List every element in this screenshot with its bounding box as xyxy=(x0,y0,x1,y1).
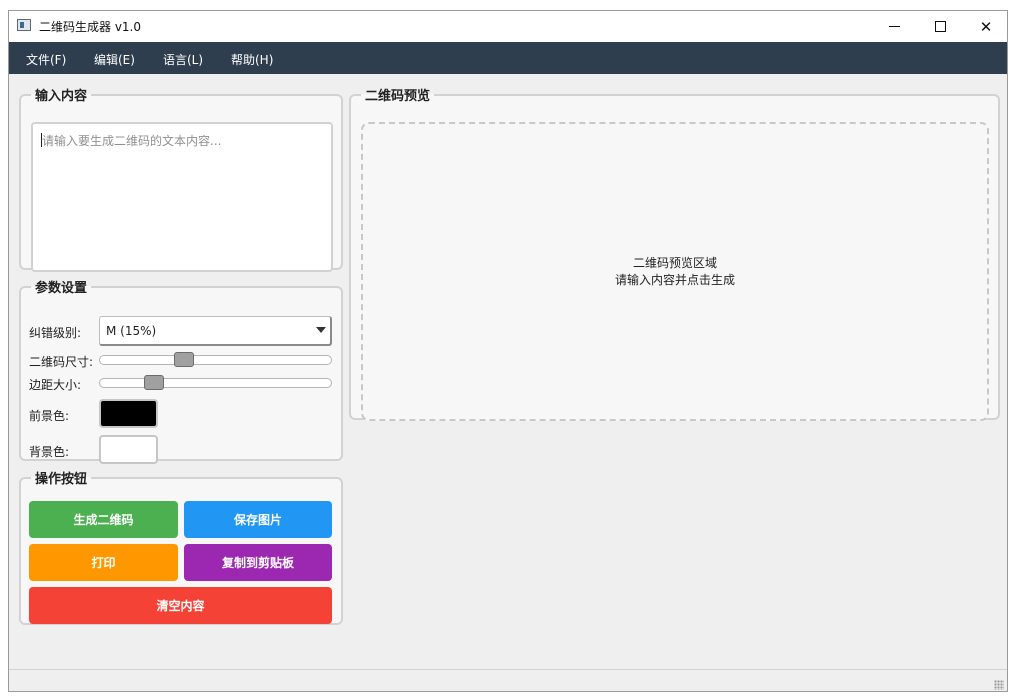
resize-grip-icon[interactable] xyxy=(994,680,1004,690)
margin-slider[interactable] xyxy=(99,375,332,390)
margin-label: 边距大小: xyxy=(29,378,82,392)
chevron-down-icon xyxy=(316,327,326,333)
preview-group-title: 二维码预览 xyxy=(365,89,431,104)
status-bar xyxy=(9,669,1007,691)
app-window: 二维码生成器 v1.0 ✕ 文件(F) 编辑(E) 语言(L) 帮助(H) 输入… xyxy=(8,10,1008,692)
menu-bar: 文件(F) 编辑(E) 语言(L) 帮助(H) xyxy=(9,42,1007,74)
copy-to-clipboard-button[interactable]: 复制到剪贴板 xyxy=(184,544,332,581)
error-level-label: 纠错级别: xyxy=(29,326,82,340)
qr-size-handle[interactable] xyxy=(174,352,194,367)
save-image-button[interactable]: 保存图片 xyxy=(184,501,332,538)
params-group: 参数设置 纠错级别: M (15%) 二维码尺寸: 边距大小: 前景色: 背景色… xyxy=(19,277,343,464)
margin-track xyxy=(99,378,332,388)
actions-group-title: 操作按钮 xyxy=(35,472,88,487)
error-level-value: M (15%) xyxy=(106,324,157,338)
foreground-color-button[interactable] xyxy=(99,399,158,428)
close-button[interactable]: ✕ xyxy=(963,11,1007,42)
content-textarea[interactable]: 请输入要生成二维码的文本内容... xyxy=(31,122,333,272)
background-color-button[interactable] xyxy=(99,435,158,464)
minimize-icon xyxy=(888,26,900,27)
qr-size-label: 二维码尺寸: xyxy=(29,355,94,369)
preview-placeholder-line1: 二维码预览区域 xyxy=(632,255,717,270)
clear-content-button[interactable]: 清空内容 xyxy=(29,587,332,624)
preview-group: 二维码预览 二维码预览区域 请输入内容并点击生成 xyxy=(349,85,1000,421)
qr-size-track xyxy=(99,355,332,365)
maximize-button[interactable] xyxy=(917,11,963,42)
close-icon: ✕ xyxy=(979,17,993,36)
menu-file[interactable]: 文件(F) xyxy=(26,51,66,68)
menu-language[interactable]: 语言(L) xyxy=(163,51,203,68)
input-group: 输入内容 请输入要生成二维码的文本内容... xyxy=(19,85,343,272)
margin-handle[interactable] xyxy=(144,375,164,390)
app-icon xyxy=(17,19,31,31)
input-group-title: 输入内容 xyxy=(35,89,88,104)
qr-preview-area: 二维码预览区域 请输入内容并点击生成 xyxy=(361,122,989,421)
actions-group: 操作按钮 生成二维码 保存图片 打印 复制到剪贴板 清空内容 xyxy=(19,468,343,625)
title-bar[interactable]: 二维码生成器 v1.0 ✕ xyxy=(9,11,1007,42)
menu-edit[interactable]: 编辑(E) xyxy=(94,51,135,68)
minimize-button[interactable] xyxy=(871,11,917,42)
error-level-select[interactable]: M (15%) xyxy=(99,316,332,346)
maximize-icon xyxy=(934,21,946,32)
menu-help[interactable]: 帮助(H) xyxy=(231,51,273,68)
print-button[interactable]: 打印 xyxy=(29,544,178,581)
background-color-label: 背景色: xyxy=(29,445,70,459)
qr-size-slider[interactable] xyxy=(99,352,332,367)
textarea-placeholder: 请输入要生成二维码的文本内容... xyxy=(42,134,222,148)
generate-qr-button[interactable]: 生成二维码 xyxy=(29,501,178,538)
window-title: 二维码生成器 v1.0 xyxy=(39,20,142,34)
preview-placeholder-line2: 请输入内容并点击生成 xyxy=(614,272,735,287)
foreground-color-label: 前景色: xyxy=(29,409,70,423)
params-group-title: 参数设置 xyxy=(35,281,88,296)
